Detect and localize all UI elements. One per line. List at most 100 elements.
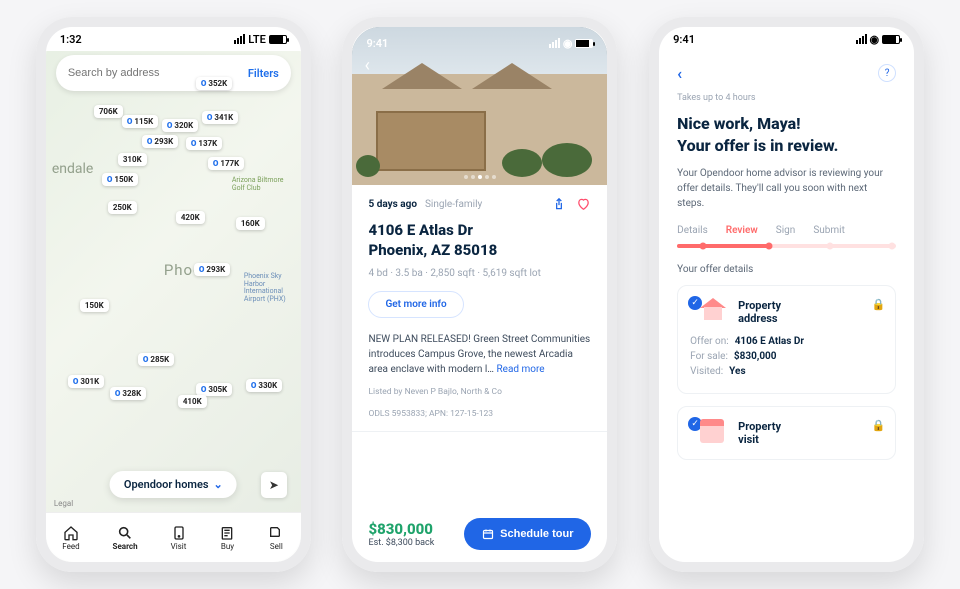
visit-icon	[171, 525, 187, 541]
progress-bar	[677, 244, 896, 248]
map-view[interactable]: Filters endale Phoenix Arizona Biltmore …	[46, 51, 301, 562]
status-bar: 9:41 ◉	[659, 27, 914, 51]
price-pin[interactable]: 150K	[80, 299, 109, 312]
posted-ago: 5 days ago	[368, 199, 417, 210]
price-pin[interactable]: O320K	[162, 119, 198, 132]
status-time: 1:32	[60, 33, 82, 46]
opendoor-icon: O	[167, 121, 173, 130]
step-review[interactable]: Review	[726, 225, 758, 236]
estimated-back: Est. $8,300 back	[368, 538, 434, 548]
price-pin[interactable]: O177K	[208, 157, 244, 170]
price-pin[interactable]: O285K	[138, 353, 174, 366]
detail-row: Offer on:4106 E Atlas Dr	[690, 336, 883, 347]
help-button[interactable]: ?	[878, 64, 896, 82]
tab-buy[interactable]: Buy	[219, 525, 235, 551]
price-pin[interactable]: O341K	[202, 111, 238, 124]
carousel-dots[interactable]	[464, 175, 496, 179]
carrier-label: LTE	[248, 33, 266, 46]
card-title: Propertyaddress	[738, 299, 781, 325]
search-icon	[117, 525, 133, 541]
section-header: Your offer details	[677, 264, 896, 275]
price-pin[interactable]: 310K	[118, 153, 147, 166]
opendoor-icon: O	[115, 389, 121, 398]
opendoor-icon: O	[147, 137, 153, 146]
opendoor-icon: O	[143, 355, 149, 364]
share-button[interactable]	[552, 197, 566, 211]
chevron-left-icon: ‹	[364, 55, 369, 76]
price-pin[interactable]: 160K	[236, 217, 265, 230]
step-sign[interactable]: Sign	[776, 225, 796, 236]
step-details[interactable]: Details	[677, 225, 708, 236]
opendoor-icon: O	[213, 159, 219, 168]
opendoor-icon: O	[251, 381, 257, 390]
opendoor-icon: O	[201, 79, 207, 88]
price-pin[interactable]: 420K	[176, 211, 205, 224]
listing-address: 4106 E Atlas Dr Phoenix, AZ 85018	[368, 221, 591, 260]
back-button[interactable]: ‹	[364, 55, 369, 76]
price-pin[interactable]: 706K	[94, 105, 123, 118]
opendoor-icon: O	[199, 265, 205, 274]
status-bar: 9:41 ◉	[352, 31, 607, 55]
card-title: Propertyvisit	[738, 420, 781, 446]
listing-specs: 4 bd · 3.5 ba · 2,850 sqft · 5,619 sqft …	[368, 268, 591, 279]
search-bar[interactable]: Filters	[56, 55, 291, 91]
favorite-button[interactable]	[576, 197, 591, 211]
map-poi-airport: Phoenix Sky Harbor International Airport…	[244, 273, 301, 304]
back-button[interactable]: ‹	[677, 64, 682, 83]
heart-icon	[576, 197, 591, 211]
steps-row: Details Review Sign Submit	[677, 225, 896, 236]
price-pin[interactable]: O293K	[194, 263, 230, 276]
get-more-info-button[interactable]: Get more info	[368, 291, 463, 318]
price-pin[interactable]: O352K	[196, 77, 232, 90]
opendoor-icon: O	[201, 385, 207, 394]
detail-row: Visited:Yes	[690, 366, 883, 377]
opendoor-icon: O	[191, 139, 197, 148]
price-pin[interactable]: O137K	[186, 137, 222, 150]
card-property-visit[interactable]: ✓ 🔒 Propertyvisit	[677, 406, 896, 460]
divider	[352, 431, 607, 432]
schedule-tour-button[interactable]: Schedule tour	[464, 518, 591, 550]
price-pin[interactable]: O328K	[110, 387, 146, 400]
listing-price: $830,000	[368, 520, 434, 538]
status-time: 9:41	[366, 37, 388, 50]
phone-offer: 9:41 ◉ ‹ ? Takes up to 4 hours Nice work…	[649, 17, 924, 572]
tab-visit[interactable]: Visit	[171, 525, 187, 551]
listing-ids: ODLS 5953833; APN: 127-15-123	[368, 409, 591, 421]
battery-icon	[575, 39, 593, 48]
listing-hero-image[interactable]: 9:41 ◉ ‹	[352, 27, 607, 185]
opendoor-homes-chip[interactable]: Opendoor homes ⌄	[110, 471, 237, 498]
tab-feed[interactable]: Feed	[62, 525, 79, 551]
status-time: 9:41	[673, 33, 695, 46]
listing-description: NEW PLAN RELEASED! Green Street Communit…	[368, 332, 591, 377]
price-pin[interactable]: O301K	[68, 375, 104, 388]
tab-search[interactable]: Search	[113, 525, 138, 551]
listing-agent: Listed by Neven P Bajlo, North & Co	[368, 387, 591, 399]
price-pin[interactable]: O115K	[122, 115, 158, 128]
price-pin[interactable]: O330K	[246, 379, 282, 392]
legal-link[interactable]: Legal	[54, 499, 73, 508]
sell-icon	[268, 525, 284, 541]
filters-button[interactable]: Filters	[248, 67, 279, 80]
read-more-link[interactable]: Read more	[496, 364, 544, 375]
tab-sell[interactable]: Sell	[268, 525, 284, 551]
tab-bar: Feed Search Visit Buy Sell	[46, 512, 301, 562]
calendar-icon	[482, 528, 494, 540]
card-property-address[interactable]: ✓ 🔒 Propertyaddress Offer on:4106 E Atla…	[677, 285, 896, 394]
eta-label: Takes up to 4 hours	[677, 93, 896, 103]
price-pin[interactable]: O150K	[102, 173, 138, 186]
chevron-left-icon: ‹	[677, 64, 682, 83]
map-area-label: endale	[52, 161, 94, 177]
price-pin[interactable]: O293K	[142, 135, 178, 148]
lock-icon: 🔒	[871, 419, 885, 432]
step-submit[interactable]: Submit	[813, 225, 845, 236]
price-pin[interactable]: 410K	[178, 395, 207, 408]
lock-icon: 🔒	[871, 298, 885, 311]
status-bar: 1:32 LTE	[46, 27, 301, 51]
chevron-down-icon: ⌄	[214, 478, 223, 491]
price-pin[interactable]: 250K	[108, 201, 137, 214]
page-title: Nice work, Maya! Your offer is in review…	[677, 113, 896, 156]
locate-button[interactable]: ➤	[261, 472, 287, 498]
opendoor-icon: O	[107, 175, 113, 184]
calendar-icon	[700, 419, 728, 447]
buy-icon	[219, 525, 235, 541]
